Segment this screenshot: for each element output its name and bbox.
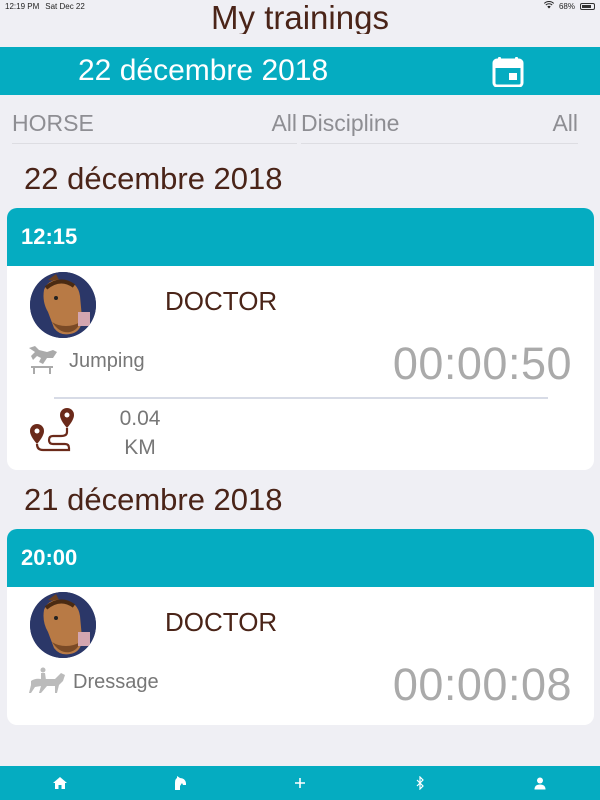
distance-value: 0.04	[119, 407, 161, 430]
tab-bar	[0, 766, 600, 800]
bluetooth-icon[interactable]	[411, 774, 429, 792]
training-card[interactable]: 12:15 DOCTOR Jumping 00:00:50 0.04 KM	[7, 208, 594, 470]
discipline-filter-label: Discipline	[301, 110, 400, 136]
avatar	[30, 592, 96, 658]
horse-filter-value[interactable]: All	[271, 110, 297, 137]
training-duration: 00:00:50	[392, 338, 572, 389]
filters: HORSE All Discipline All	[0, 104, 600, 146]
horse-filter[interactable]: HORSE All	[12, 104, 297, 144]
avatar	[30, 272, 96, 338]
training-time: 20:00	[7, 529, 594, 587]
training-time: 12:15	[7, 208, 594, 266]
horse-filter-label: HORSE	[12, 110, 94, 136]
section-date: 21 décembre 2018	[24, 482, 283, 517]
dressage-icon	[29, 667, 65, 693]
profile-icon[interactable]	[531, 774, 549, 792]
selected-date[interactable]: 22 décembre 2018	[78, 54, 328, 88]
calendar-icon[interactable]	[492, 57, 524, 88]
jumping-icon	[29, 346, 57, 374]
horse-head-icon[interactable]	[171, 774, 189, 792]
page-title: My trainings	[211, 0, 389, 34]
discipline-filter-value[interactable]: All	[552, 110, 578, 137]
section-date: 22 décembre 2018	[24, 161, 283, 196]
route-icon	[30, 408, 74, 452]
horse-name: DOCTOR	[165, 286, 278, 316]
divider	[54, 397, 548, 399]
discipline-filter[interactable]: Discipline All	[301, 104, 578, 144]
training-duration: 00:00:08	[392, 659, 572, 710]
discipline-label: Jumping	[69, 350, 145, 372]
plus-icon[interactable]	[291, 774, 309, 792]
home-icon[interactable]	[51, 774, 69, 792]
training-card[interactable]: 20:00 DOCTOR Dressage 00:00:08	[7, 529, 594, 725]
distance-unit: KM	[124, 436, 156, 459]
date-selector-bar[interactable]: 22 décembre 2018	[0, 47, 600, 95]
discipline-label: Dressage	[73, 671, 159, 693]
horse-name: DOCTOR	[165, 607, 278, 637]
